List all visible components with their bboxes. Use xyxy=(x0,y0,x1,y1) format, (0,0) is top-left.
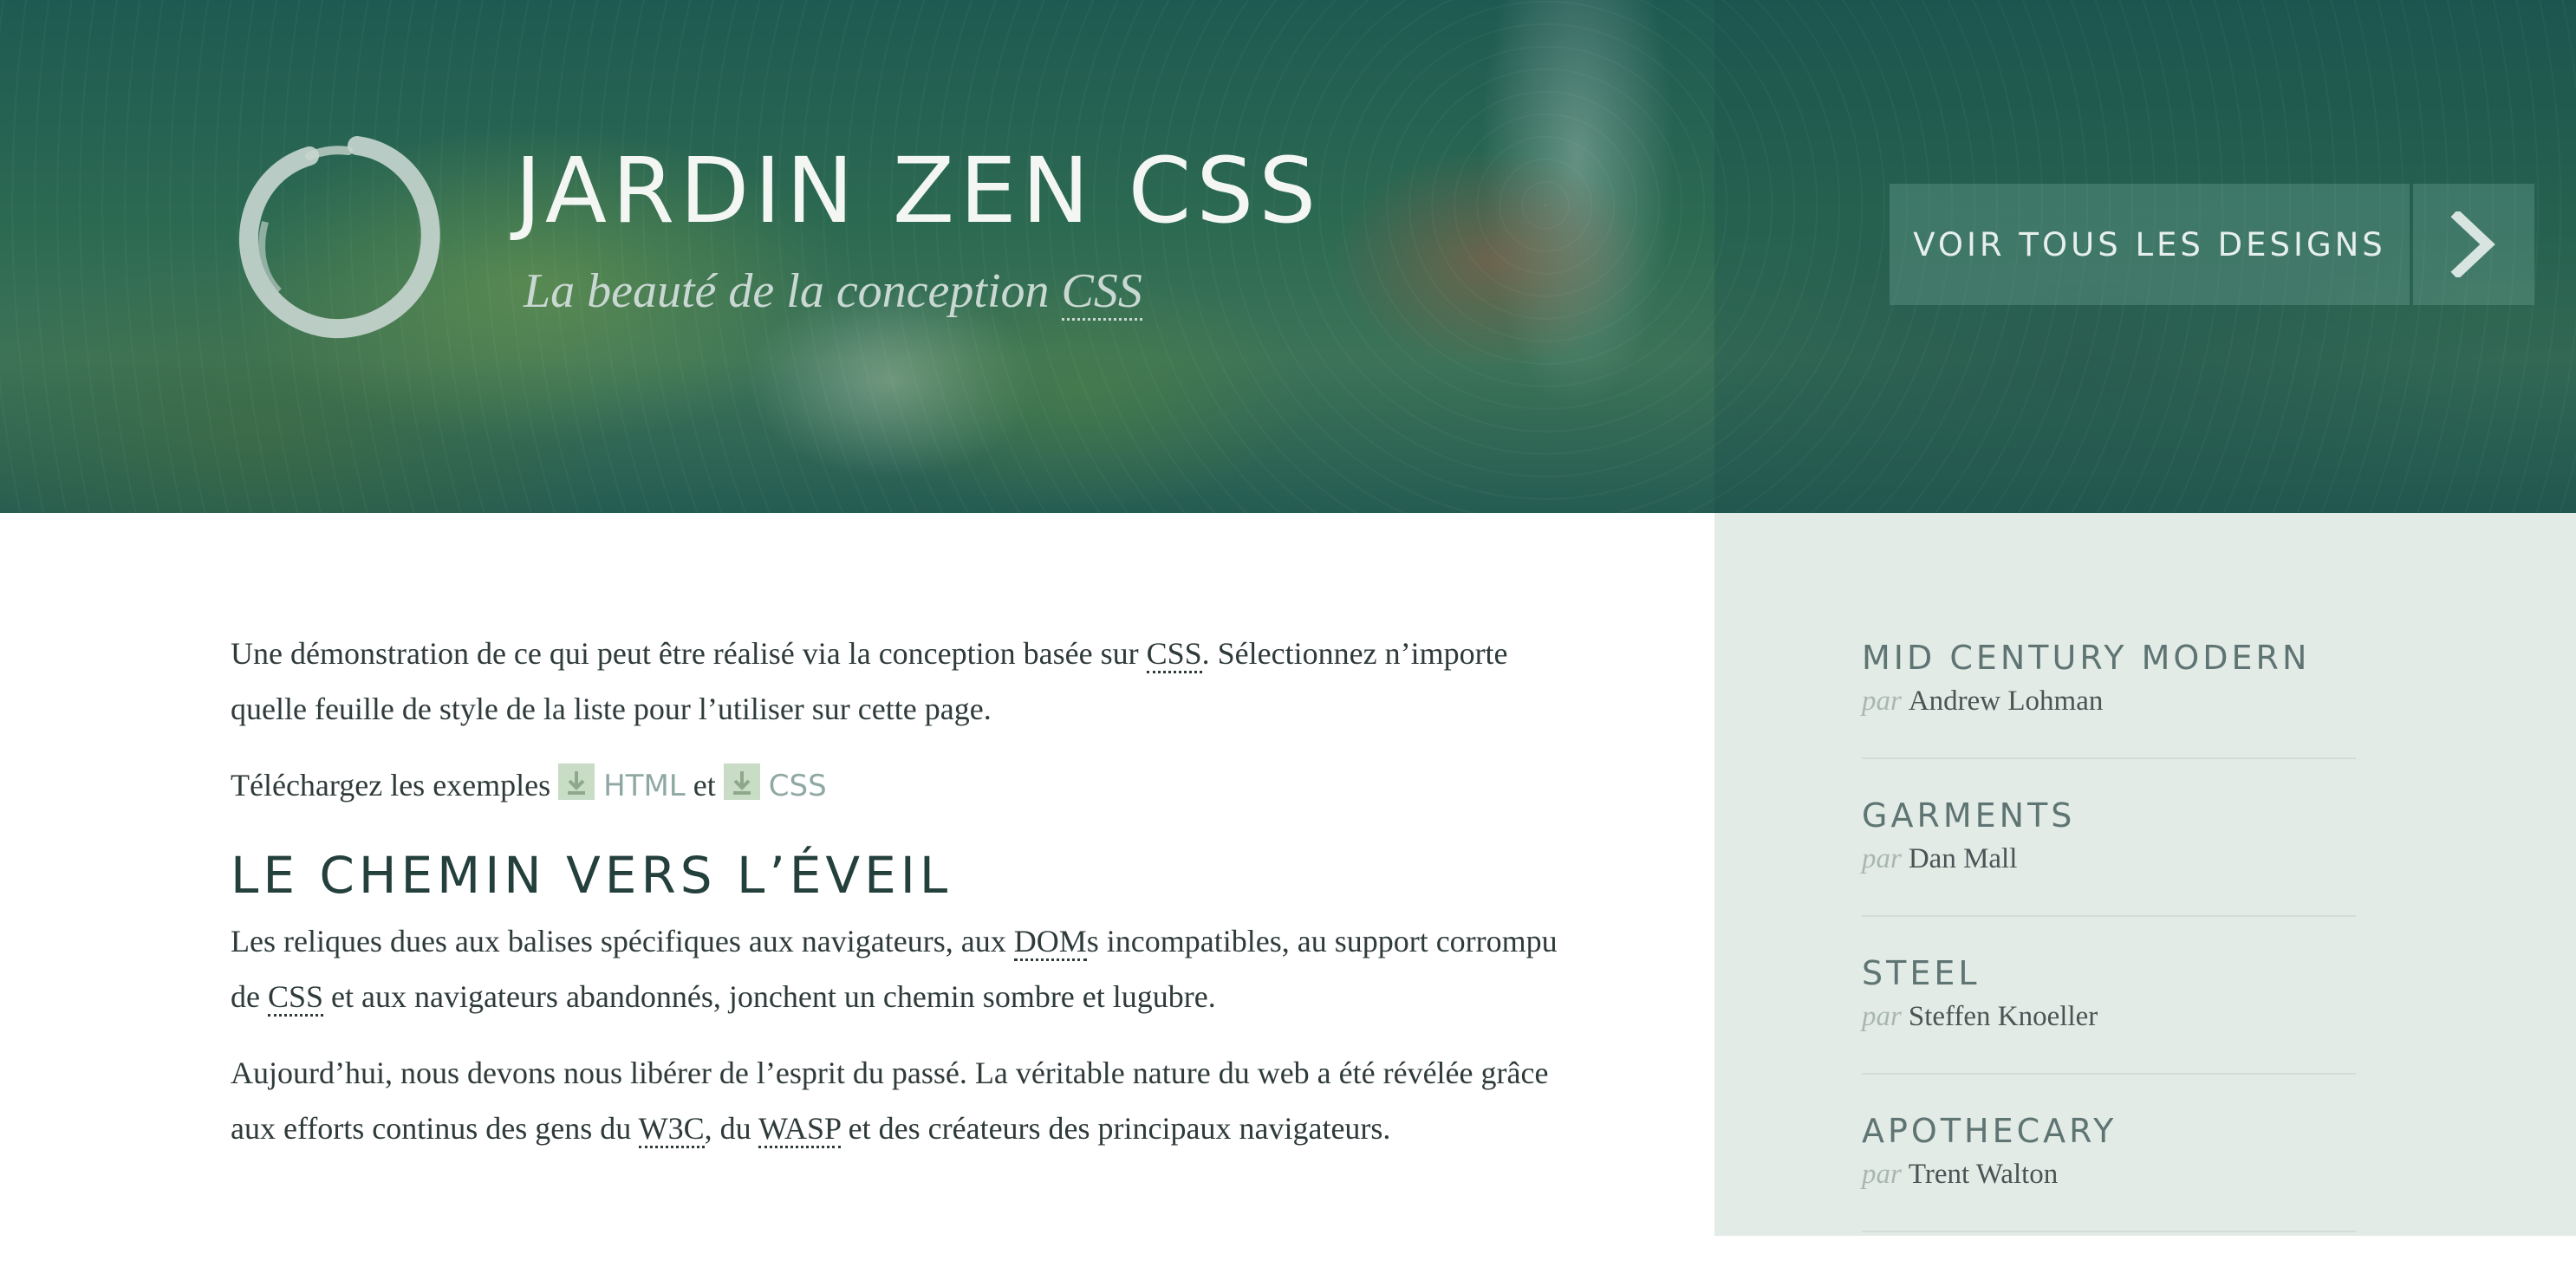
design-list-item: MID CENTURY MODERN par Andrew Lohman xyxy=(1862,636,2356,759)
author-name[interactable]: Dan Mall xyxy=(1909,843,2018,874)
download-text: Téléchargez les exemples xyxy=(231,768,559,802)
by-label: par xyxy=(1862,1159,1902,1190)
chevron-right-icon xyxy=(2450,211,2495,277)
subtitle-css-abbr: CSS xyxy=(1061,264,1142,321)
download-icon xyxy=(723,763,760,800)
design-list-item: APOTHECARY par Trent Walton xyxy=(1862,1109,2356,1232)
design-link[interactable]: STEEL xyxy=(1862,952,2356,995)
css-abbr: CSS xyxy=(267,979,324,1017)
view-all-designs-button[interactable]: VOIR TOUS LES DESIGNS xyxy=(1890,184,2534,305)
intro-paragraph: Une démonstration de ce qui peut être ré… xyxy=(231,626,1591,737)
w3c-abbr: W3C xyxy=(638,1111,705,1149)
design-author: par Trent Walton xyxy=(1862,1153,2356,1196)
design-list-item: STEEL par Steffen Knoeller xyxy=(1862,952,2356,1075)
para1-text-1: Les reliques dues aux balises spécifique… xyxy=(231,924,1014,959)
design-list: MID CENTURY MODERN par Andrew Lohman GARM… xyxy=(1862,636,2356,1267)
design-author: par Steffen Knoeller xyxy=(1862,995,2356,1038)
section-heading: LE CHEMIN VERS L’ÉVEIL xyxy=(231,846,953,905)
body-paragraph-1: Les reliques dues aux balises spécifique… xyxy=(231,913,1591,1024)
design-sidebar: MID CENTURY MODERN par Andrew Lohman GARM… xyxy=(1714,513,2576,1236)
design-author: par Andrew Lohman xyxy=(1862,679,2356,723)
by-label: par xyxy=(1862,685,1902,717)
para2-text-2: , du xyxy=(704,1111,758,1147)
body-paragraph-2: Aujourd’hui, nous devons nous libérer de… xyxy=(231,1045,1591,1156)
view-all-arrow[interactable] xyxy=(2413,184,2534,305)
design-author: par Dan Mall xyxy=(1862,837,2356,880)
download-css-link[interactable]: CSS xyxy=(723,763,827,803)
css-abbr: CSS xyxy=(1146,636,1202,673)
by-label: par xyxy=(1862,843,1902,874)
page-header: JARDIN ZEN CSS La beauté de la conceptio… xyxy=(0,0,2576,513)
subtitle-text: La beauté de la conception xyxy=(524,264,1062,318)
download-icon xyxy=(558,763,595,800)
dom-abbr: DOM xyxy=(1013,924,1087,962)
by-label: par xyxy=(1862,1001,1902,1032)
para1-text-3: et aux navigateurs abandonnés, jonchent … xyxy=(323,979,1216,1015)
download-html-label: HTML xyxy=(603,769,686,803)
enso-logo-icon xyxy=(238,136,440,339)
view-all-designs-label: VOIR TOUS LES DESIGNS xyxy=(1890,184,2410,305)
author-name[interactable]: Andrew Lohman xyxy=(1909,685,2104,717)
download-and-text: et xyxy=(685,768,724,802)
download-html-link[interactable]: HTML xyxy=(558,763,686,803)
download-css-label: CSS xyxy=(768,769,827,803)
wasp-abbr: WASP xyxy=(758,1111,841,1149)
design-link[interactable]: APOTHECARY xyxy=(1862,1109,2356,1153)
design-link[interactable]: GARMENTS xyxy=(1862,794,2356,837)
main-content: Une démonstration de ce qui peut être ré… xyxy=(231,513,1591,1156)
design-list-item: GARMENTS par Dan Mall xyxy=(1862,794,2356,917)
download-paragraph: Téléchargez les exemples HTML et CSS xyxy=(231,757,1591,814)
site-subtitle: La beauté de la conception CSS xyxy=(524,263,1142,321)
author-name[interactable]: Trent Walton xyxy=(1909,1159,2058,1190)
author-name[interactable]: Steffen Knoeller xyxy=(1909,1001,2098,1032)
design-link[interactable]: MID CENTURY MODERN xyxy=(1862,636,2356,679)
site-title: JARDIN ZEN CSS xyxy=(515,138,1322,244)
para2-text-3: et des créateurs des principaux navigate… xyxy=(840,1111,1391,1147)
intro-text-1: Une démonstration de ce qui peut être ré… xyxy=(231,636,1147,671)
